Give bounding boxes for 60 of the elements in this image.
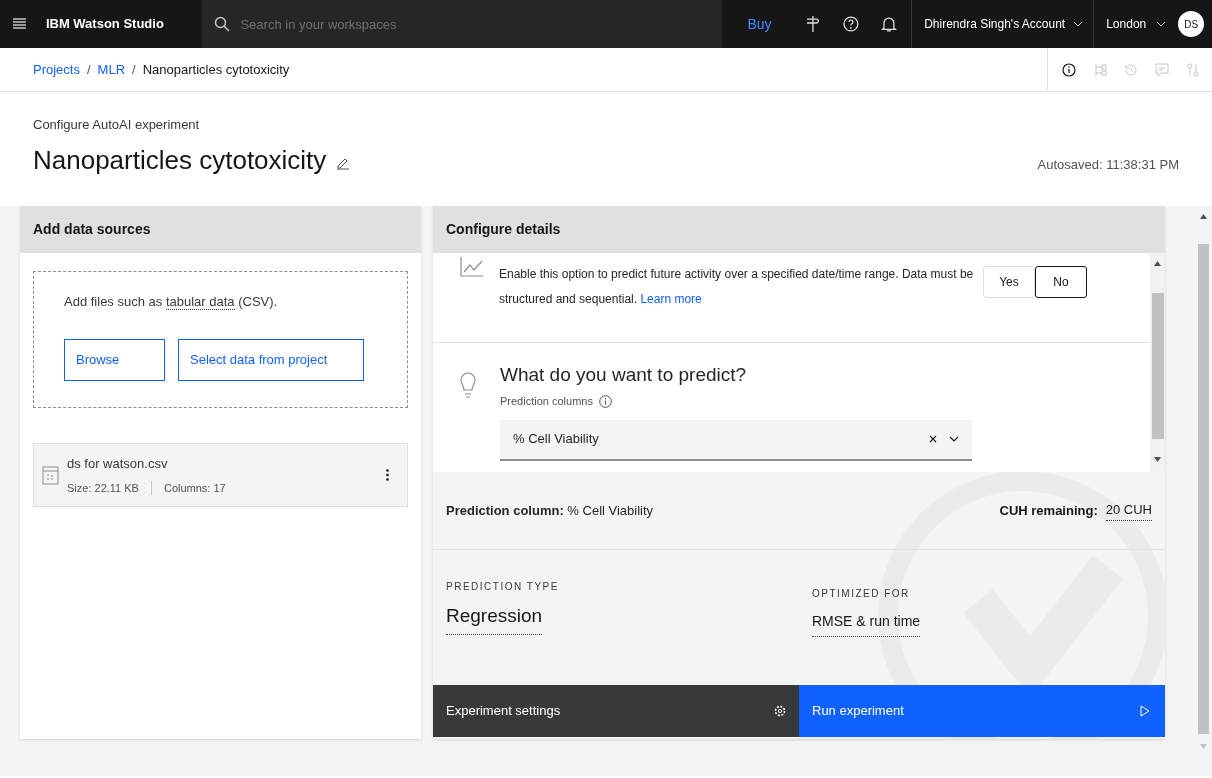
cuh-label: CUH remaining: (999, 501, 1098, 520)
scrollbar[interactable] (1150, 253, 1165, 472)
learn-more-link[interactable]: Learn more (640, 292, 702, 306)
region-switcher[interactable]: London (1093, 0, 1179, 48)
chevron-down-icon[interactable] (949, 436, 959, 442)
forecast-description: Enable this option to predict future activity over a specified date/time range. Data must be structured and sequential. Learn more (499, 266, 975, 308)
panel-title: Configure details (446, 220, 561, 239)
prediction-type-value: Regression (446, 602, 543, 635)
prediction-column-summary: Prediction column: % Cell Viability (446, 501, 654, 520)
file-tile[interactable]: ds for watson.csv Size: 22.11 KB Columns: 17 (33, 443, 408, 507)
table-file-icon (42, 465, 59, 485)
prediction-column-select[interactable]: % Cell Viability (500, 419, 972, 461)
browse-button[interactable]: Browse (64, 338, 165, 381)
menu-icon[interactable] (13, 18, 26, 30)
chevron-down-icon (1156, 21, 1167, 27)
drop-zone[interactable]: Add files such as tabular data (CSV). Browse Select data from project (33, 271, 408, 408)
panel-title: Add data sources (33, 220, 151, 239)
breadcrumb-link[interactable]: Projects (33, 59, 80, 80)
scroll-up-icon[interactable] (1154, 261, 1161, 266)
overflow-menu-icon[interactable] (386, 469, 389, 481)
page-subtitle: Configure AutoAI experiment (33, 115, 201, 134)
field-label: Prediction columns (500, 394, 593, 409)
signpost-icon[interactable] (805, 15, 820, 33)
chevron-down-icon (1073, 21, 1084, 27)
optimized-for-value: RMSE & run time (812, 611, 921, 637)
clear-icon[interactable] (929, 435, 937, 443)
scroll-up-icon[interactable] (1200, 214, 1207, 219)
search-icon (214, 16, 231, 32)
search-field[interactable]: Search in your workspaces (202, 0, 723, 48)
optimized-for-label: OPTIMIZED FOR (812, 587, 910, 601)
scroll-down-icon[interactable] (1154, 457, 1161, 462)
breadcrumb-link[interactable]: MLR (97, 59, 126, 80)
section-heading: What do you want to predict? (500, 363, 748, 387)
autosave-status: Autosaved: 11:38:31 PM (1037, 155, 1179, 174)
breadcrumb-current: Nanoparticles cytotoxicity (142, 60, 290, 79)
run-experiment-button[interactable]: Run experiment (799, 685, 1165, 737)
file-size: Size: 22.11 KB (67, 480, 139, 496)
brand-name[interactable]: IBM Watson Studio (45, 14, 195, 34)
drop-hint: Add files such as tabular data (CSV). (64, 293, 279, 312)
file-name: ds for watson.csv (67, 455, 169, 473)
edit-icon[interactable] (336, 156, 351, 170)
breadcrumb-separator: / (86, 60, 91, 79)
user-avatar[interactable]: DS (1178, 11, 1204, 37)
notification-icon[interactable] (881, 15, 898, 33)
line-chart-icon (460, 257, 484, 277)
buy-link[interactable]: Buy (747, 13, 772, 35)
page-title: Nanoparticles cytotoxicity (33, 144, 327, 176)
toggle-option[interactable]: Yes (983, 266, 1035, 298)
select-data-button[interactable]: Select data from project (178, 338, 364, 381)
help-icon[interactable] (843, 16, 860, 32)
account-switcher[interactable]: Dhirendra Singh's Account (911, 0, 1094, 48)
settings-icon (774, 705, 786, 717)
cuh-value: 20 CUH (1105, 500, 1152, 521)
info-icon[interactable] (1062, 62, 1076, 77)
play-icon (1140, 705, 1150, 717)
prediction-type-label: PREDICTION TYPE (446, 580, 559, 594)
breadcrumb-separator: / (132, 60, 136, 79)
file-columns: Columns: 17 (163, 479, 226, 496)
experiment-settings-button[interactable]: Experiment settings (433, 685, 799, 737)
toggle-option[interactable]: No (1035, 266, 1087, 298)
